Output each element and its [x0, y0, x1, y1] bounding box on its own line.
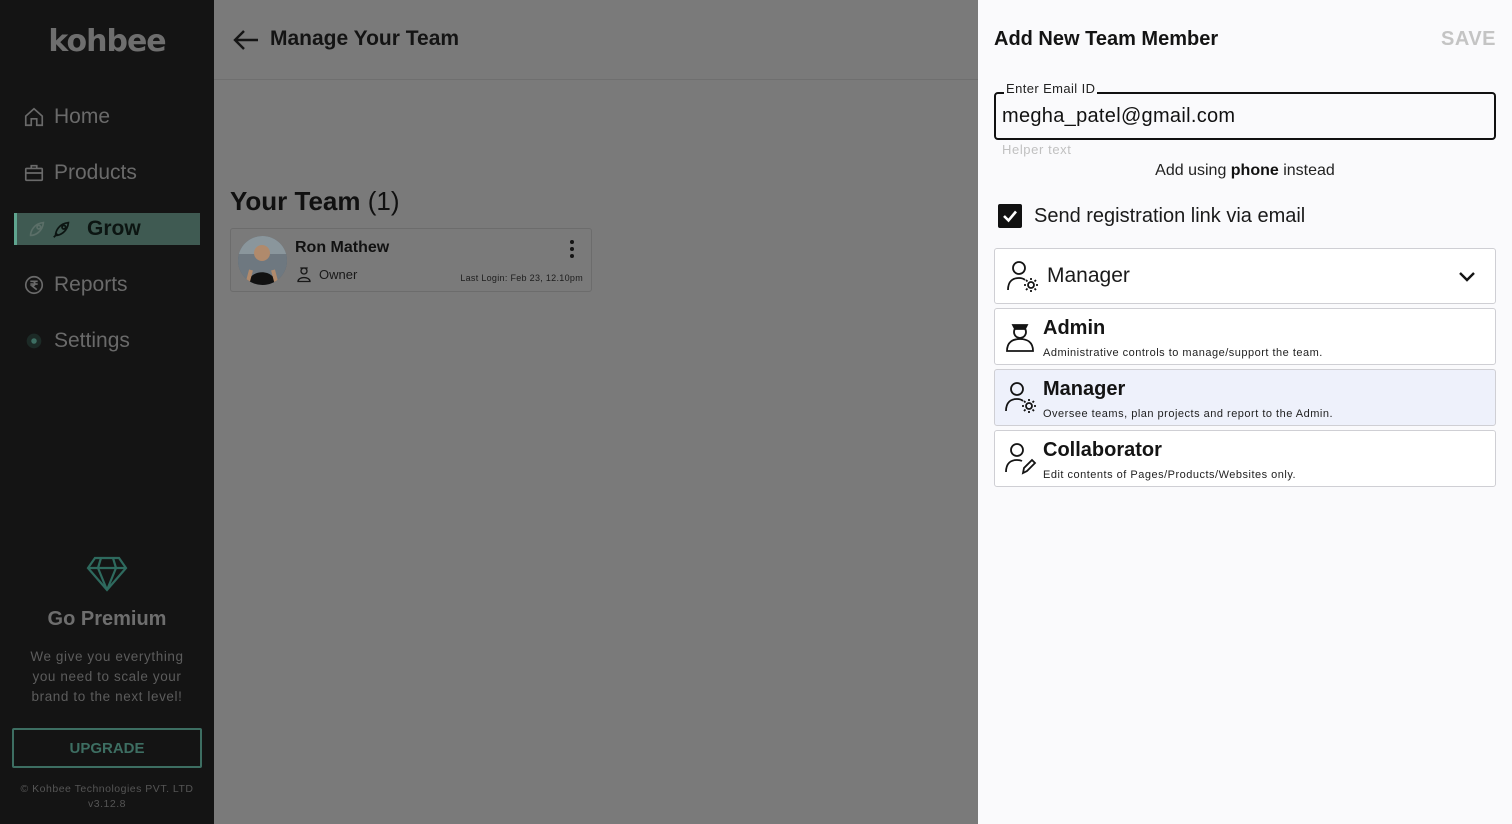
- team-count: (1): [367, 186, 400, 216]
- avatar: [238, 236, 287, 285]
- role-option-manager[interactable]: Manager Oversee teams, plan projects and…: [994, 369, 1496, 426]
- member-name: Ron Mathew: [295, 239, 390, 256]
- checkmark-icon: [1003, 210, 1017, 223]
- panel-title: Add New Team Member: [994, 28, 1219, 50]
- copyright-text: © Kohbee Technologies PVT. LTD: [20, 783, 194, 795]
- footer: © Kohbee Technologies PVT. LTD v3.12.8: [0, 782, 214, 812]
- settings-icon: [22, 329, 46, 353]
- sidebar-item-label: Reports: [54, 273, 128, 296]
- send-link-checkbox[interactable]: [998, 204, 1022, 228]
- sidebar-item-home[interactable]: Home: [14, 101, 200, 133]
- premium-description: We give you everything you need to scale…: [30, 649, 184, 704]
- send-link-label: Send registration link via email: [1034, 204, 1306, 227]
- role-option-name: Admin: [1043, 317, 1106, 339]
- sidebar-item-products[interactable]: Products: [14, 157, 200, 189]
- email-input[interactable]: [1002, 102, 1488, 130]
- main-content: Manage Your Team Your Team (1) Ron Mathe…: [214, 0, 978, 824]
- version-text: v3.12.8: [88, 798, 126, 810]
- owner-user-icon: [295, 265, 313, 283]
- sidebar-item-settings[interactable]: Settings: [14, 325, 200, 357]
- sidebar-item-label: Settings: [54, 329, 130, 352]
- rocket-icon: [25, 217, 49, 241]
- role-select[interactable]: Manager: [994, 248, 1496, 304]
- more-options-icon[interactable]: [567, 239, 577, 259]
- helper-text: Helper text: [1002, 142, 1072, 157]
- briefcase-icon: [22, 161, 46, 185]
- alt-suffix: instead: [1278, 162, 1335, 179]
- team-member-card[interactable]: Ron Mathew Owner Last Login: Feb 23, 12.…: [230, 228, 592, 292]
- role-option-description: Edit contents of Pages/Products/Websites…: [1043, 469, 1297, 481]
- role-option-description: Oversee teams, plan projects and report …: [1043, 408, 1334, 420]
- team-heading: Your Team (1): [230, 186, 400, 217]
- role-option-admin[interactable]: Admin Administrative controls to manage/…: [994, 308, 1496, 365]
- alt-prefix: Add using: [1155, 162, 1231, 179]
- email-field[interactable]: [994, 92, 1496, 140]
- email-field-label: Enter Email ID: [1004, 81, 1098, 96]
- role-option-name: Manager: [1043, 378, 1126, 400]
- member-role-label: Owner: [319, 266, 358, 282]
- page-title: Manage Your Team: [270, 27, 460, 50]
- rocket-icon: [49, 217, 75, 241]
- admin-user-icon: [1003, 319, 1037, 353]
- diamond-icon: [86, 556, 128, 592]
- manager-user-gear-icon: [1005, 259, 1039, 293]
- sidebar-item-reports[interactable]: Reports: [14, 269, 200, 301]
- role-option-name: Collaborator: [1043, 439, 1162, 461]
- home-icon: [22, 105, 46, 129]
- send-link-row[interactable]: Send registration link via email: [998, 204, 1305, 228]
- upgrade-button[interactable]: UPGRADE: [12, 728, 202, 768]
- collaborator-user-pen-icon: [1003, 441, 1037, 475]
- back-arrow-icon[interactable]: [232, 27, 260, 53]
- sidebar-item-label: Products: [54, 161, 137, 184]
- rupee-icon: [22, 273, 46, 297]
- premium-title: Go Premium: [47, 608, 167, 630]
- sidebar: kohbee Home Products Grow Reports Settin…: [0, 0, 214, 824]
- sidebar-item-label: Home: [54, 105, 111, 128]
- chevron-down-icon: [1457, 268, 1477, 286]
- member-role: Owner: [295, 265, 357, 283]
- manager-user-gear-icon: [1003, 380, 1037, 414]
- page-header: Manage Your Team: [214, 0, 978, 80]
- role-option-description: Administrative controls to manage/suppor…: [1043, 347, 1323, 359]
- brand-logo[interactable]: kohbee: [0, 24, 214, 59]
- save-button[interactable]: SAVE: [1441, 28, 1496, 51]
- last-login: Last Login: Feb 23, 12.10pm: [460, 273, 583, 283]
- role-option-collaborator[interactable]: Collaborator Edit contents of Pages/Prod…: [994, 430, 1496, 487]
- add-member-panel: Add New Team Member SAVE Enter Email ID …: [978, 0, 1512, 824]
- add-using-phone-link[interactable]: Add using phone instead: [994, 162, 1496, 180]
- alt-bold: phone: [1230, 162, 1279, 179]
- sidebar-item-grow[interactable]: Grow: [14, 213, 200, 245]
- go-premium-card: Go Premium We give you everything you ne…: [0, 556, 214, 707]
- role-select-value: Manager: [1047, 264, 1130, 287]
- team-heading-text: Your Team: [230, 186, 361, 216]
- sidebar-item-label: Grow: [87, 217, 141, 240]
